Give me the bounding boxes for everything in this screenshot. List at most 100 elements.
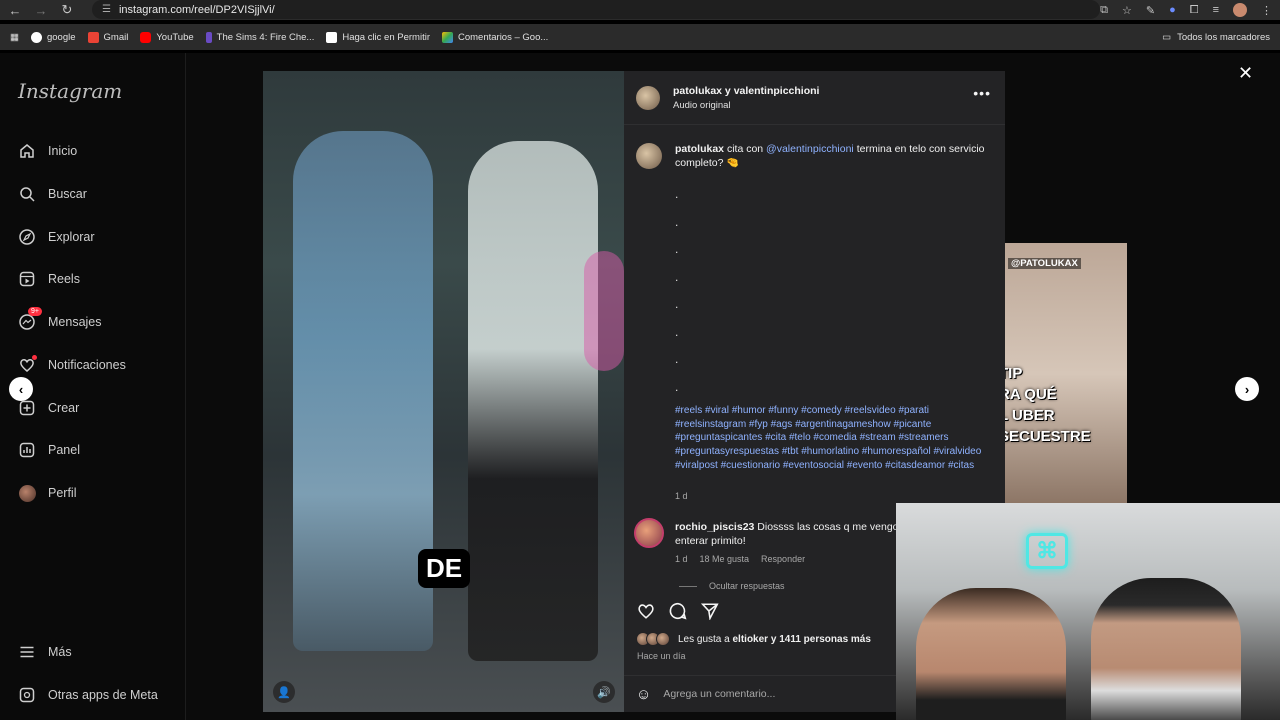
caption-mention[interactable]: @valentinpicchioni <box>766 143 854 155</box>
webcam-overlay: ⌘ <box>896 503 1280 720</box>
messenger-icon: 9+ <box>18 307 42 331</box>
bookmark-star-icon[interactable]: ☆ <box>1122 4 1132 17</box>
chart-icon <box>18 441 36 459</box>
post-header: patolukax y valentinpicchioni Audio orig… <box>624 71 1005 125</box>
video-caption: DE <box>418 549 471 588</box>
messages-badge: 9+ <box>28 307 42 316</box>
webcam-person-left <box>916 588 1066 720</box>
sidebar-item-perfil[interactable]: Perfil <box>18 484 76 502</box>
comment-username[interactable]: rochio_piscis23 <box>675 521 754 533</box>
instagram-logo[interactable]: Instagram <box>18 79 122 103</box>
comment-time: 1 d <box>675 554 688 564</box>
bookmark-youtube[interactable]: YouTube <box>140 31 194 43</box>
reply-button[interactable]: Responder <box>761 554 805 564</box>
install-icon[interactable]: ⧉ <box>1100 4 1108 17</box>
bookmarks-bar: ▦ google Gmail YouTube The Sims 4: Fire … <box>0 24 1280 50</box>
search-icon <box>18 185 36 203</box>
sidebar-item-reels[interactable]: Reels <box>18 270 80 288</box>
comment-input[interactable]: Agrega un comentario... <box>663 688 775 700</box>
liker-avatar <box>656 632 670 646</box>
post-hashtags[interactable]: #reels #viral #humor #funny #comedy #ree… <box>675 404 985 473</box>
pen-icon[interactable]: ✎ <box>1146 4 1155 17</box>
post-authors[interactable]: patolukax y valentinpicchioni <box>673 85 819 97</box>
preview-text: TIP RA QUÉ L UBER SECUESTRE <box>1005 365 1091 445</box>
caption-text-pre: cita con <box>726 143 764 155</box>
hide-replies-button[interactable]: Ocultar respuestas <box>679 581 785 591</box>
youtube-icon <box>140 31 152 43</box>
all-bookmarks[interactable]: ▭ Todos los marcadores <box>1162 32 1270 43</box>
prev-arrow-icon[interactable]: ‹ <box>9 377 33 401</box>
caption-dots: . . . . . . . . <box>675 187 679 394</box>
sidebar-item-meta-apps[interactable]: Otras apps de Meta <box>18 686 158 704</box>
heart-icon <box>18 355 37 374</box>
comment-likes[interactable]: 18 Me gusta <box>700 554 750 564</box>
post-caption: patolukax cita con @valentinpicchioni te… <box>675 143 993 170</box>
plus-icon <box>18 399 36 417</box>
gmail-icon <box>87 31 99 43</box>
drive-icon <box>441 31 453 43</box>
extensions-icon[interactable]: ⧠ <box>1190 4 1199 17</box>
next-reel-preview[interactable]: @PATOLUKAX TIP RA QUÉ L UBER SECUESTRE <box>1005 243 1127 505</box>
emoji-icon[interactable]: ☺ <box>636 686 651 703</box>
sidebar-item-buscar[interactable]: Buscar <box>18 185 87 203</box>
sidebar-item-mas[interactable]: Más <box>18 643 72 661</box>
sidebar-item-mensajes[interactable]: 9+ Mensajes <box>18 307 102 331</box>
close-icon[interactable]: ✕ <box>1238 63 1253 84</box>
like-heart-icon[interactable] <box>636 601 656 621</box>
likes-summary[interactable]: Les gusta a eltioker y 1411 personas más <box>636 632 871 646</box>
video-person-right <box>468 141 598 661</box>
bookmark-sims[interactable]: The Sims 4: Fire Che... <box>205 31 314 43</box>
video-person-left <box>293 131 433 651</box>
caption-avatar[interactable] <box>636 143 662 169</box>
reload-icon[interactable]: ↻ <box>56 1 78 19</box>
media-control-icon[interactable]: ≡ <box>1213 4 1219 16</box>
bookmark-google[interactable]: google <box>30 31 76 43</box>
sidebar-item-crear[interactable]: Crear <box>18 399 79 417</box>
back-icon[interactable]: ← <box>4 1 26 19</box>
extension-blue-icon[interactable]: ● <box>1169 4 1176 16</box>
address-bar[interactable]: ☰ instagram.com/reel/DP2VISjjlVi/ <box>92 0 1100 19</box>
author-avatar[interactable] <box>636 86 660 110</box>
liker-avatars <box>636 632 674 646</box>
page-icon <box>326 31 338 43</box>
caption-username[interactable]: patolukax <box>675 143 724 155</box>
preview-tag: @PATOLUKAX <box>1008 258 1081 269</box>
browser-profile-avatar[interactable] <box>1233 3 1247 17</box>
browser-menu-icon[interactable]: ⋮ <box>1261 4 1272 17</box>
url-text: instagram.com/reel/DP2VISjjlVi/ <box>118 3 275 16</box>
sims-icon <box>205 31 212 43</box>
browser-actions: ⧉ ☆ ✎ ● ⧠ ≡ ⋮ <box>1100 0 1272 20</box>
more-options-icon[interactable]: ••• <box>973 85 991 101</box>
tagged-users-icon[interactable]: 👤 <box>273 681 295 703</box>
google-icon <box>30 31 42 43</box>
reels-icon <box>18 270 36 288</box>
replies-divider <box>679 585 697 587</box>
liker-username[interactable]: eltioker <box>733 634 769 645</box>
audio-link[interactable]: Audio original <box>673 100 731 111</box>
forward-icon[interactable]: → <box>30 1 52 19</box>
sidebar-item-notificaciones[interactable]: Notificaciones <box>18 355 126 374</box>
post-actions <box>636 601 720 621</box>
reel-video[interactable]: DE 👤 🔊 <box>263 71 624 712</box>
post-date: Hace un día <box>637 651 686 661</box>
sidebar-item-inicio[interactable]: Inicio <box>18 142 77 160</box>
bookmark-permitir[interactable]: Haga clic en Permitir <box>326 31 430 43</box>
audio-toggle-icon[interactable]: 🔊 <box>593 681 615 703</box>
neon-sign: ⌘ <box>1026 533 1068 569</box>
meta-icon <box>18 686 36 704</box>
commenter-avatar[interactable] <box>634 518 664 548</box>
webcam-person-right <box>1091 578 1241 720</box>
bookmark-comentarios[interactable]: Comentarios – Goo... <box>441 31 548 43</box>
share-send-icon[interactable] <box>700 601 720 621</box>
site-settings-icon[interactable]: ☰ <box>102 4 111 15</box>
apps-grid-icon[interactable]: ▦ <box>10 32 19 43</box>
sidebar-item-panel[interactable]: Panel <box>18 441 80 459</box>
comment-bubble-icon[interactable] <box>668 601 688 621</box>
comment-meta: 1 d 18 Me gusta Responder <box>675 554 805 564</box>
next-arrow-icon[interactable]: › <box>1235 377 1259 401</box>
compass-icon <box>18 228 36 246</box>
profile-avatar <box>18 484 36 502</box>
bookmark-gmail[interactable]: Gmail <box>87 31 128 43</box>
sidebar-item-explorar[interactable]: Explorar <box>18 228 95 246</box>
browser-toolbar: ← → ↻ ☰ instagram.com/reel/DP2VISjjlVi/ … <box>0 0 1280 20</box>
